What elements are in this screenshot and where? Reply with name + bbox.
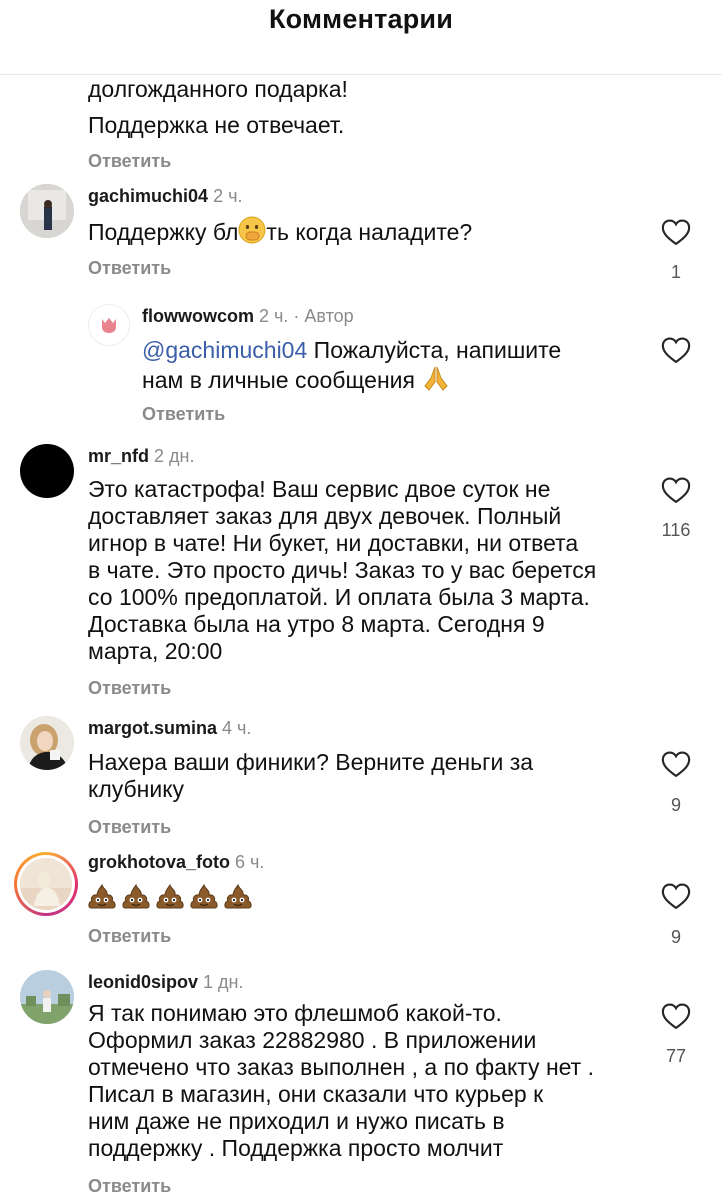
comment-author[interactable]: leonid0sipov 1 дн. — [88, 972, 244, 993]
like-heart-icon[interactable] — [661, 1002, 691, 1030]
comment-text-line: Нахера ваши финики? Верните деньги за — [88, 749, 534, 775]
reply-button[interactable]: Ответить — [88, 926, 171, 947]
like-count: 77 — [665, 1046, 687, 1066]
comment-text-line: клубнику — [88, 776, 185, 802]
avatar-image — [20, 970, 74, 1024]
avatar — [20, 858, 72, 910]
comment-text-line: Оформил заказ 22882980 . В приложении — [88, 1027, 537, 1053]
comment-author[interactable]: grokhotova_foto 6 ч. — [88, 852, 264, 873]
flowwow-logo-icon — [89, 305, 129, 345]
username[interactable]: mr_nfd — [88, 446, 149, 466]
avatar[interactable] — [20, 184, 74, 238]
comment-text-line: игнор в чате! Ни букет, ни доставки, ни … — [88, 530, 579, 556]
comment-time: 4 ч. — [222, 718, 252, 738]
comment-text-line: Поддержка не отвечает. — [88, 112, 345, 138]
text-part: нам в личные сообщения — [142, 367, 422, 393]
comment-text-line: со 100% предоплатой. И оплата была 3 мар… — [88, 584, 590, 610]
comment-time: 2 ч. · Автор — [259, 306, 354, 326]
page-title: Комментарии — [268, 4, 453, 34]
comment-text-line: доставляет заказ для двух девочек. Полны… — [88, 503, 562, 529]
avatar[interactable] — [20, 970, 74, 1024]
reply-button[interactable]: Ответить — [88, 151, 171, 172]
pile-of-poo-icons — [88, 883, 252, 909]
reply-button[interactable]: Ответить — [142, 404, 225, 425]
header: Комментарии — [0, 0, 722, 75]
comment-text-line: Доставка была на утро 8 марта. Сегодня 9 — [88, 611, 545, 637]
comment-text-line: марта, 20:00 — [88, 638, 223, 664]
like-count: 9 — [670, 927, 681, 947]
like-heart-icon[interactable] — [661, 882, 691, 910]
comment-emoji-row — [88, 882, 258, 912]
comment-time: 6 ч. — [235, 852, 265, 872]
text-part: ть когда наладите? — [266, 219, 473, 245]
comment-author[interactable]: mr_nfd 2 дн. — [88, 446, 195, 467]
avatar[interactable] — [20, 444, 74, 498]
avatar[interactable] — [20, 716, 74, 770]
comment-text-line: в чате. Это просто дичь! Заказ то у вас … — [88, 557, 597, 583]
story-ring[interactable] — [14, 852, 78, 916]
reply-button[interactable]: Ответить — [88, 1176, 171, 1197]
comment-text-line: Я так понимаю это флешмоб какой-то. — [88, 1000, 502, 1026]
comment-text-line: Писал в магазин, они сказали что курьер … — [88, 1081, 544, 1107]
comment-text-line: отмечено что заказ выполнен , а по факту… — [88, 1054, 594, 1080]
comment-text-line: нам в личные сообщения — [142, 364, 451, 398]
face-with-hand-over-mouth-icon — [238, 216, 266, 250]
like-count: 9 — [670, 795, 681, 815]
like-count: 116 — [661, 520, 691, 540]
text-part: Поддержку бл — [88, 219, 239, 245]
avatar-image — [20, 184, 74, 238]
username[interactable]: grokhotova_foto — [88, 852, 230, 872]
comment-text-line: ним даже не приходил и нужо писать в — [88, 1108, 505, 1134]
like-count: 1 — [670, 262, 681, 282]
like-heart-icon[interactable] — [661, 218, 691, 246]
comment-text-line: Это катастрофа! Ваш сервис двое суток не — [88, 476, 551, 502]
folded-hands-icon — [421, 364, 451, 398]
avatar[interactable] — [88, 304, 130, 346]
mention-link[interactable]: @gachimuchi04 — [142, 337, 307, 363]
username[interactable]: leonid0sipov — [88, 972, 198, 992]
avatar-image — [20, 716, 74, 770]
username[interactable]: gachimuchi04 — [88, 186, 208, 206]
reply-button[interactable]: Ответить — [88, 678, 171, 699]
comment-author[interactable]: gachimuchi04 2 ч. — [88, 186, 242, 207]
reply-button[interactable]: Ответить — [88, 817, 171, 838]
comment-text-line: долгожданного подарка! — [88, 76, 348, 102]
story-ring-gap — [17, 855, 75, 913]
comment-text-line: @gachimuchi04 Пожалуйста, напишите — [142, 337, 561, 364]
like-heart-icon[interactable] — [661, 750, 691, 778]
comment-text: Поддержку бл ть когда наладите? — [88, 216, 472, 250]
text-part: Пожалуйста, напишите — [307, 337, 562, 363]
comment-time: 1 дн. — [203, 972, 244, 992]
comment-time: 2 ч. — [213, 186, 243, 206]
reply-button[interactable]: Ответить — [88, 258, 171, 279]
username[interactable]: flowwowcom — [142, 306, 254, 326]
like-heart-icon[interactable] — [661, 476, 691, 504]
like-heart-icon[interactable] — [661, 336, 691, 364]
comment-author[interactable]: flowwowcom 2 ч. · Автор — [142, 306, 354, 327]
username[interactable]: margot.sumina — [88, 718, 217, 738]
comment-author[interactable]: margot.sumina 4 ч. — [88, 718, 251, 739]
comment-text-line: поддержку . Поддержка просто молчит — [88, 1135, 504, 1161]
comment-time: 2 дн. — [154, 446, 195, 466]
